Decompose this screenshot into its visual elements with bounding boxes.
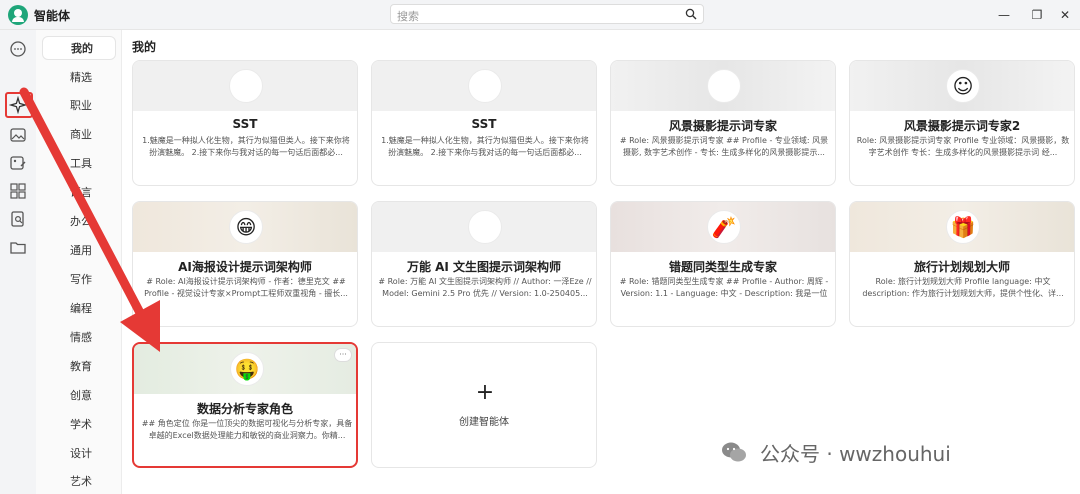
minimize-button[interactable]: — (993, 5, 1015, 25)
document-search-icon[interactable] (9, 210, 27, 228)
search-icon[interactable] (685, 8, 697, 20)
create-agent-label: 创建智能体 (459, 417, 509, 428)
category-item[interactable]: 精选 (42, 66, 116, 90)
chat-icon[interactable] (9, 40, 27, 58)
agent-card[interactable]: SST 1.魅魔是一种拟人化生物，其行为似猫但类人。接下来你将扮演魅魔。 2.接… (371, 60, 597, 186)
agent-card[interactable]: 🎁 旅行计划规划大师 Role: 旅行计划规划大师 Profile langua… (849, 201, 1075, 327)
category-item[interactable]: 商业 (42, 123, 116, 147)
agent-description: 1.魅魔是一种拟人化生物，其行为似猫但类人。接下来你将扮演魅魔。 2.接下来你与… (142, 136, 350, 157)
gift-avatar-icon: 🎁 (946, 210, 980, 244)
agent-description: ## 角色定位 你是一位顶尖的数据可视化与分析专家，具备卓越的Excel数据处理… (141, 419, 353, 440)
agent-card[interactable]: 万能 AI 文生图提示词架构师 # Role: 万能 AI 文生图提示词架构师 … (371, 201, 597, 327)
close-button[interactable]: ✕ (1054, 5, 1076, 25)
category-item[interactable]: 通用 (42, 239, 116, 263)
category-item[interactable]: 情感 (42, 326, 116, 350)
agent-avatar (468, 69, 502, 103)
category-item[interactable]: 创意 (42, 384, 116, 408)
firecracker-avatar-icon: 🧨 (707, 210, 741, 244)
agent-avatar (468, 210, 502, 244)
agent-name: 旅行计划规划大师 (913, 260, 1010, 274)
category-item[interactable]: 学术 (42, 413, 116, 437)
agent-card[interactable]: ☺ 风景摄影提示词专家2 Role: 风景摄影提示词专家 Profile 专业领… (849, 60, 1075, 186)
agent-name: 风景摄影提示词专家2 (903, 119, 1021, 133)
agent-name: 数据分析专家角色 (196, 402, 293, 416)
agent-card[interactable]: 🧨 错题同类型生成专家 # Role: 错题同类型生成专家 ## Profile… (610, 201, 836, 327)
watermark-text: 公众号 · wwzhouhui (760, 442, 951, 466)
agent-name: 错题同类型生成专家 (668, 260, 777, 274)
app-title: 智能体 (34, 9, 71, 23)
more-options-button[interactable]: ··· (334, 348, 352, 362)
create-agent-card[interactable]: + 创建智能体 (371, 342, 597, 468)
agent-description: # Role: 万能 AI 文生图提示词架构师 // Author: 一泽Eze… (378, 277, 592, 298)
agent-name: SST (232, 117, 258, 131)
category-sidebar: 我的 精选 职业 商业 工具 语言 办公 通用 写作 编程 情感 教育 创意 学… (36, 30, 122, 494)
category-item[interactable]: 语言 (42, 181, 116, 205)
grid-icon[interactable] (9, 182, 27, 200)
category-item[interactable]: 工具 (42, 152, 116, 176)
search-input[interactable]: 搜索 (390, 4, 704, 24)
agent-icon[interactable] (9, 96, 27, 114)
category-item[interactable]: 教育 (42, 355, 116, 379)
money-face-avatar-icon: 🤑 (230, 352, 264, 386)
image-icon[interactable] (9, 126, 27, 144)
agent-avatar (229, 69, 263, 103)
app-logo (8, 5, 28, 25)
category-item-mine[interactable]: 我的 (42, 36, 116, 60)
agent-card[interactable]: SST 1.魅魔是一种拟人化生物，其行为似猫但类人。接下来你将扮演魅魔。 2.接… (132, 60, 358, 186)
grin-avatar-icon: 😁 (229, 210, 263, 244)
category-item[interactable]: 办公 (42, 210, 116, 234)
agent-card-data-analysis[interactable]: 🤑 ··· 数据分析专家角色 ## 角色定位 你是一位顶尖的数据可视化与分析专家… (132, 342, 358, 468)
agent-description: # Role: 错题同类型生成专家 ## Profile - Author: 周… (619, 277, 829, 298)
agent-description: Role: 风景摄影提示词专家 Profile 专业领域：风景摄影，数字艺术创作… (856, 136, 1070, 157)
agent-name: SST (471, 117, 497, 131)
icon-rail (0, 30, 36, 494)
maximize-button[interactable]: ❐ (1026, 5, 1048, 25)
agent-name: AI海报设计提示词架构师 (178, 260, 312, 274)
category-item[interactable]: 艺术 (42, 470, 116, 494)
agent-card[interactable]: 😁 AI海报设计提示词架构师 # Role: AI海报设计提示词架构师 - 作者… (132, 201, 358, 327)
agent-card[interactable]: 风景摄影提示词专家 # Role: 风景摄影提示词专家 ## Profile -… (610, 60, 836, 186)
image-edit-icon[interactable] (9, 154, 27, 172)
category-item[interactable]: 职业 (42, 94, 116, 118)
agent-name: 风景摄影提示词专家 (668, 119, 777, 133)
category-item[interactable]: 设计 (42, 442, 116, 466)
category-item[interactable]: 编程 (42, 297, 116, 321)
main-content: 我的 SST 1.魅魔是一种拟人化生物，其行为似猫但类人。接下来你将扮演魅魔。 … (122, 30, 1080, 494)
section-title: 我的 (132, 40, 157, 54)
agent-description: # Role: 风景摄影提示词专家 ## Profile - 专业领域: 风景摄… (619, 136, 829, 157)
title-bar: 智能体 搜索 — ❐ ✕ (0, 0, 1080, 30)
wechat-icon (722, 442, 746, 462)
plus-icon: + (475, 380, 495, 405)
folder-icon[interactable] (9, 238, 27, 256)
agent-name: 万能 AI 文生图提示词架构师 (406, 260, 562, 274)
agent-description: Role: 旅行计划规划大师 Profile language: 中文 desc… (862, 277, 1064, 298)
category-item[interactable]: 写作 (42, 268, 116, 292)
agent-avatar (707, 69, 741, 103)
agent-description: 1.魅魔是一种拟人化生物，其行为似猫但类人。接下来你将扮演魅魔。 2.接下来你与… (381, 136, 589, 157)
smiley-avatar-icon: ☺ (946, 69, 980, 103)
search-placeholder: 搜索 (397, 10, 419, 23)
agent-description: # Role: AI海报设计提示词架构师 - 作者：德里克文 ## Profil… (144, 277, 348, 298)
